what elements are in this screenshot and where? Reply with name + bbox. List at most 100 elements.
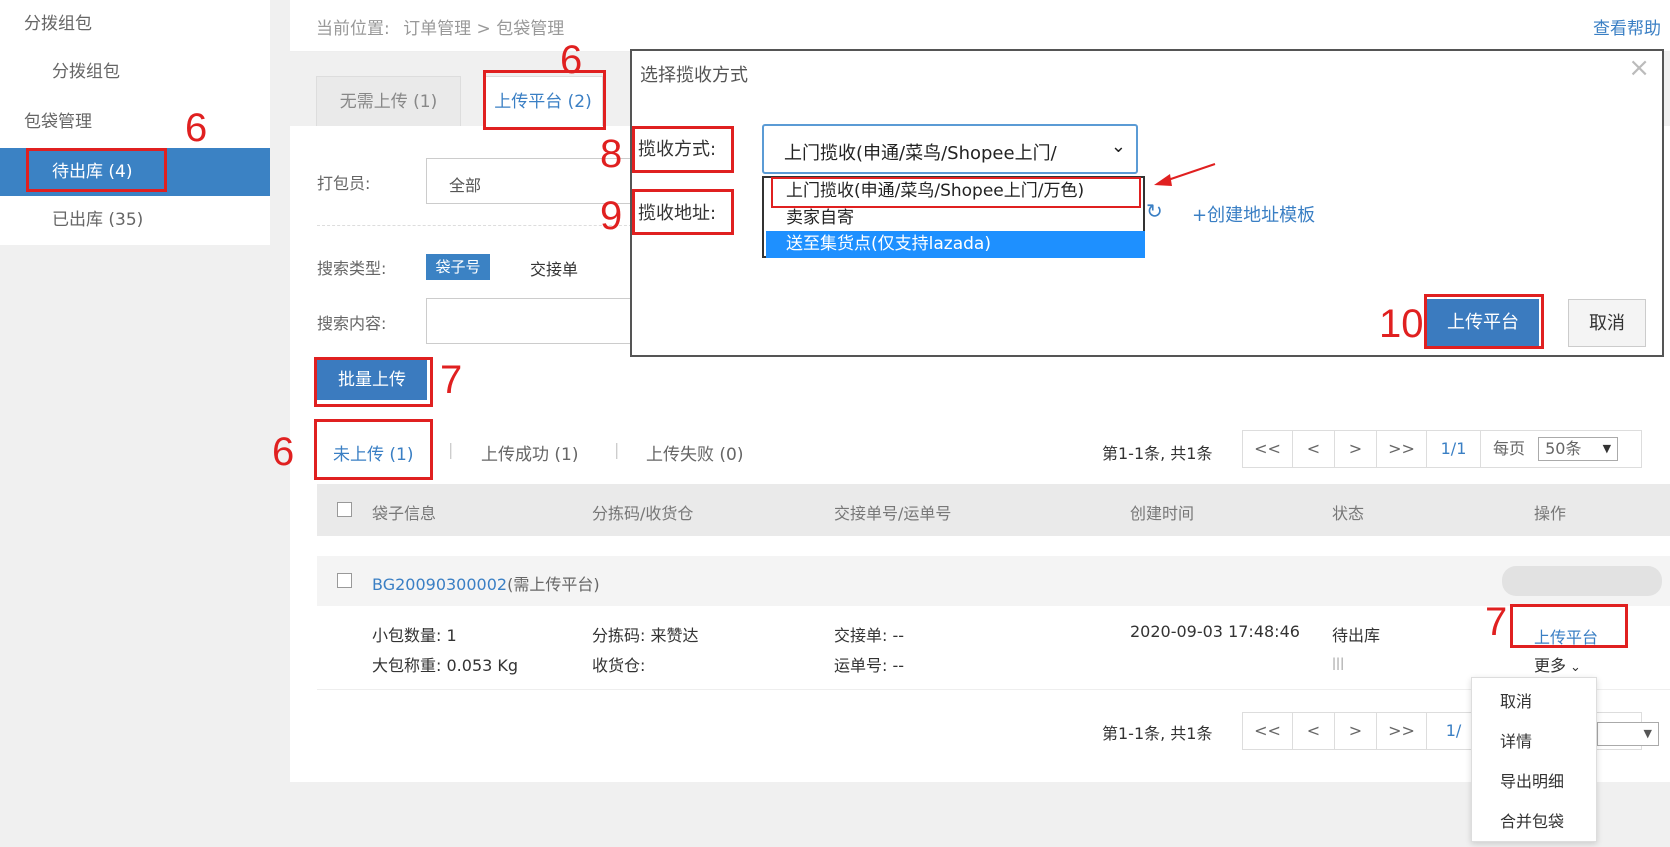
annotation-number-6: 6 xyxy=(272,430,295,474)
annotation-box-not-uploaded xyxy=(314,419,433,480)
menu-item-cancel[interactable]: 取消 xyxy=(1500,688,1532,712)
search-type-handover[interactable]: 交接单 xyxy=(530,256,578,280)
packer-select-value: 全部 xyxy=(449,176,482,195)
sort-value: 来赞达 xyxy=(650,626,699,645)
close-icon[interactable]: × xyxy=(1628,53,1650,83)
sort-label: 分拣码: xyxy=(592,626,646,645)
annotation-number-9: 9 xyxy=(600,194,623,238)
search-input[interactable] xyxy=(426,298,636,344)
header-bag-info: 袋子信息 xyxy=(372,504,437,523)
sidebar-group-bag-management[interactable]: 包袋管理 xyxy=(0,98,270,146)
annotation-number-7: 7 xyxy=(1485,600,1508,644)
pagination-top: << < > >> 1/1 每页 50条 ▼ xyxy=(1242,430,1642,468)
annotation-box-upload-tab xyxy=(483,70,606,130)
create-address-template-link[interactable]: +创建地址模板 xyxy=(1192,201,1315,227)
row-checkbox[interactable] xyxy=(337,573,352,588)
handover-label: 交接单: xyxy=(834,626,888,645)
annotation-box-submit xyxy=(1424,294,1544,349)
page-last-button-bottom[interactable]: >> xyxy=(1377,713,1427,749)
breadcrumb-prefix: 当前位置: xyxy=(316,19,390,39)
annotation-number-6: 6 xyxy=(185,106,208,150)
sidebar-group-sorting[interactable]: 分拨组包 xyxy=(0,0,270,48)
breadcrumb-path[interactable]: 订单管理 > 包袋管理 xyxy=(403,19,564,39)
handover-cell: 交接单: -- xyxy=(834,622,904,646)
annotation-box-option xyxy=(771,177,1141,208)
status-tab-success[interactable]: 上传成功 (1) xyxy=(481,440,578,465)
status-text: 待出库 xyxy=(1332,626,1381,645)
count-label: 小包数量: xyxy=(372,626,442,645)
help-link[interactable]: 查看帮助 xyxy=(1593,14,1661,39)
count-cell: 小包数量: 1 xyxy=(372,622,457,646)
header-created: 创建时间 xyxy=(1130,504,1195,523)
pagination-summary-bottom: 第1-1条, 共1条 xyxy=(1102,724,1213,743)
page-next-button-bottom[interactable]: > xyxy=(1335,713,1377,749)
status-tab-failed[interactable]: 上传失败 (0) xyxy=(646,440,743,465)
per-page-group: 每页 50条 ▼ xyxy=(1481,431,1641,467)
per-page-select[interactable]: 50条 ▼ xyxy=(1538,437,1619,461)
menu-item-export[interactable]: 导出明细 xyxy=(1500,768,1564,792)
page-prev-button[interactable]: < xyxy=(1293,431,1335,467)
annotation-number-8: 8 xyxy=(600,132,623,176)
created-time: 2020-09-03 17:48:46 xyxy=(1130,622,1300,641)
table-row-header: BG20090300002(需上传平台) xyxy=(317,556,1670,606)
search-type-bag[interactable]: 袋子号 xyxy=(426,254,490,280)
breadcrumb: 当前位置: 订单管理 > 包袋管理 xyxy=(316,14,564,39)
pickup-method-select[interactable]: 上门揽收(申通/菜鸟/Shopee上门/ ⌄ xyxy=(762,124,1138,174)
annotation-box-batch-upload xyxy=(314,357,433,407)
page-last-button[interactable]: >> xyxy=(1377,431,1427,467)
status-tab-separator-2: | xyxy=(614,440,620,459)
more-dropdown[interactable]: 更多 ⌄ xyxy=(1534,652,1581,676)
page-first-button-bottom[interactable]: << xyxy=(1243,713,1293,749)
table-row: 小包数量: 1 大包称重: 0.053 Kg 分拣码: 来赞达 收货仓: 交接单… xyxy=(317,606,1670,690)
page-next-button[interactable]: > xyxy=(1335,431,1377,467)
sort-code-cell: 分拣码: 来赞达 xyxy=(592,622,699,646)
per-page-value: 50条 xyxy=(1545,439,1582,458)
warehouse-cell: 收货仓: xyxy=(592,656,646,675)
filter-divider xyxy=(317,225,637,226)
refresh-icon[interactable]: ↻ xyxy=(1146,199,1163,223)
waybill-label: 运单号: xyxy=(834,656,888,675)
annotation-box-method-label xyxy=(632,126,734,173)
bag-id-link[interactable]: BG20090300002 xyxy=(372,575,507,594)
chevron-down-icon: ⌄ xyxy=(1110,136,1126,157)
header-actions: 操作 xyxy=(1534,504,1567,523)
pickup-method-value: 上门揽收(申通/菜鸟/Shopee上门/ xyxy=(784,143,1057,164)
page-indicator: 1/1 xyxy=(1427,431,1481,467)
page-first-button[interactable]: << xyxy=(1243,431,1293,467)
search-type-label: 搜索类型: xyxy=(317,259,387,278)
option-collection-point[interactable]: 送至集货点(仅支持lazada) xyxy=(766,231,1145,258)
chevron-down-icon: ⌄ xyxy=(1570,660,1581,675)
sidebar: 分拨组包 分拨组包 包袋管理 待出库 (4) 已出库 (35) xyxy=(0,0,270,245)
weight-label: 大包称重: xyxy=(372,656,442,675)
status-tab-separator: | xyxy=(448,440,454,459)
per-page-select-bottom[interactable]: ▼ xyxy=(1597,722,1659,746)
waybill-value: -- xyxy=(892,656,905,675)
caret-down-icon: ▼ xyxy=(1643,727,1652,740)
handover-value: -- xyxy=(892,626,905,645)
packer-label: 打包员: xyxy=(317,174,371,193)
weight-cell: 大包称重: 0.053 Kg xyxy=(372,652,518,676)
more-label: 更多 xyxy=(1534,656,1567,675)
search-content-label: 搜索内容: xyxy=(317,314,387,333)
select-all-checkbox[interactable] xyxy=(337,502,352,517)
menu-item-details[interactable]: 详情 xyxy=(1500,728,1532,752)
sidebar-item-sorting[interactable]: 分拨组包 xyxy=(0,48,270,96)
annotation-number-6: 6 xyxy=(560,38,583,82)
menu-item-merge[interactable]: 合并包袋 xyxy=(1500,808,1564,832)
modal-title: 选择揽收方式 xyxy=(640,65,748,86)
modal-cancel-button[interactable]: 取消 xyxy=(1568,299,1646,347)
bag-id-group: BG20090300002(需上传平台) xyxy=(372,571,600,595)
weight-value: 0.053 Kg xyxy=(446,656,519,675)
page-prev-button-bottom[interactable]: < xyxy=(1293,713,1335,749)
count-value: 1 xyxy=(446,626,457,645)
waybill-cell: 运单号: -- xyxy=(834,652,904,676)
annotation-box-address-label xyxy=(632,189,734,235)
barcode-icon[interactable]: ||| xyxy=(1332,656,1344,670)
header-handover: 交接单号/运单号 xyxy=(834,504,952,523)
header-sort-code: 分拣码/收货仓 xyxy=(592,504,694,523)
tab-no-upload[interactable]: 无需上传 (1) xyxy=(316,76,461,126)
sidebar-item-shipped[interactable]: 已出库 (35) xyxy=(0,196,270,244)
bag-note: (需上传平台) xyxy=(507,575,600,594)
annotation-box-pending xyxy=(26,148,167,192)
option-self-ship[interactable]: 卖家自寄 xyxy=(766,205,1145,232)
